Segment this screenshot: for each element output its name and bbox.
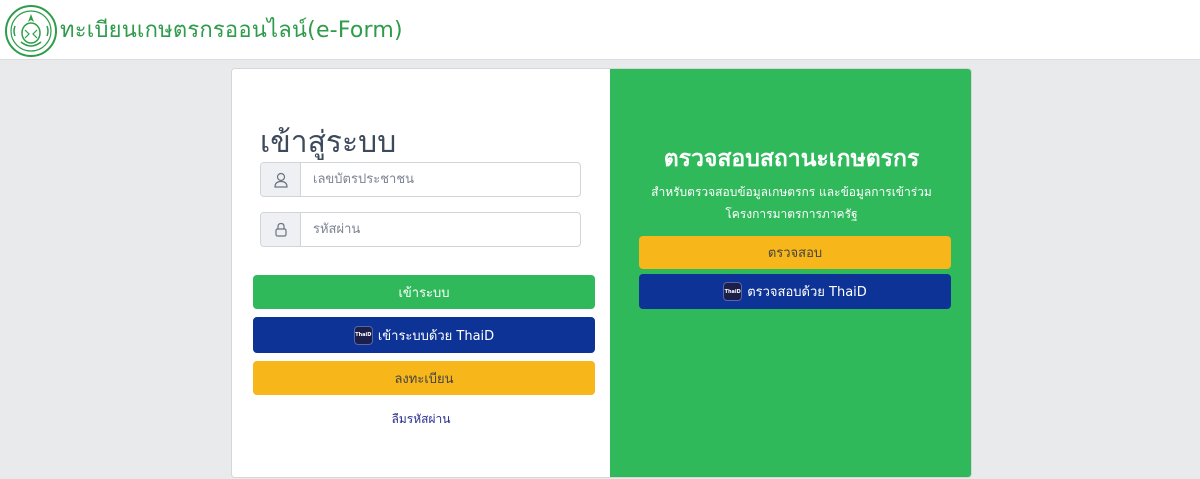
thaid-logo-icon: ThaiD xyxy=(723,282,743,301)
site-title[interactable]: ทะเบียนเกษตรกรออนไลน์(e-Form) xyxy=(60,12,403,47)
login-panel: เข้าสู่ระบบ เข้าระบบ ThaiD เข้าระ xyxy=(232,69,610,477)
thaid-check-button[interactable]: ThaiD ตรวจสอบด้วย ThaiD xyxy=(639,274,951,309)
login-card: เข้าสู่ระบบ เข้าระบบ ThaiD เข้าระ xyxy=(231,68,972,478)
lock-icon xyxy=(261,213,301,246)
thaid-login-label: เข้าระบบด้วย ThaiD xyxy=(377,328,495,344)
check-button[interactable]: ตรวจสอบ xyxy=(639,236,951,269)
forgot-password-link[interactable]: ลืมรหัสผ่าน xyxy=(232,410,610,429)
citizen-id-input[interactable] xyxy=(301,163,580,196)
top-header: ทะเบียนเกษตรกรออนไลน์(e-Form) xyxy=(0,0,1200,60)
password-group xyxy=(260,212,581,247)
ministry-seal-icon[interactable] xyxy=(3,4,59,58)
thaid-check-label: ตรวจสอบด้วย ThaiD xyxy=(747,285,867,300)
citizen-id-group xyxy=(260,162,581,197)
thaid-logo-icon: ThaiD xyxy=(353,325,373,345)
user-icon xyxy=(261,163,301,196)
login-title: เข้าสู่ระบบ xyxy=(260,125,397,160)
check-status-description: สำหรับตรวจสอบข้อมูลเกษตรกร และข้อมูลการเ… xyxy=(651,185,932,221)
check-status-title: ตรวจสอบสถานะเกษตรกร xyxy=(663,146,920,172)
thaid-login-button[interactable]: ThaiD เข้าระบบด้วย ThaiD xyxy=(253,317,595,353)
password-input[interactable] xyxy=(301,213,580,246)
login-button[interactable]: เข้าระบบ xyxy=(253,275,595,309)
register-button[interactable]: ลงทะเบียน xyxy=(253,361,595,395)
status-check-panel: ตรวจสอบสถานะเกษตรกร สำหรับตรวจสอบข้อมูลเ… xyxy=(610,69,971,477)
